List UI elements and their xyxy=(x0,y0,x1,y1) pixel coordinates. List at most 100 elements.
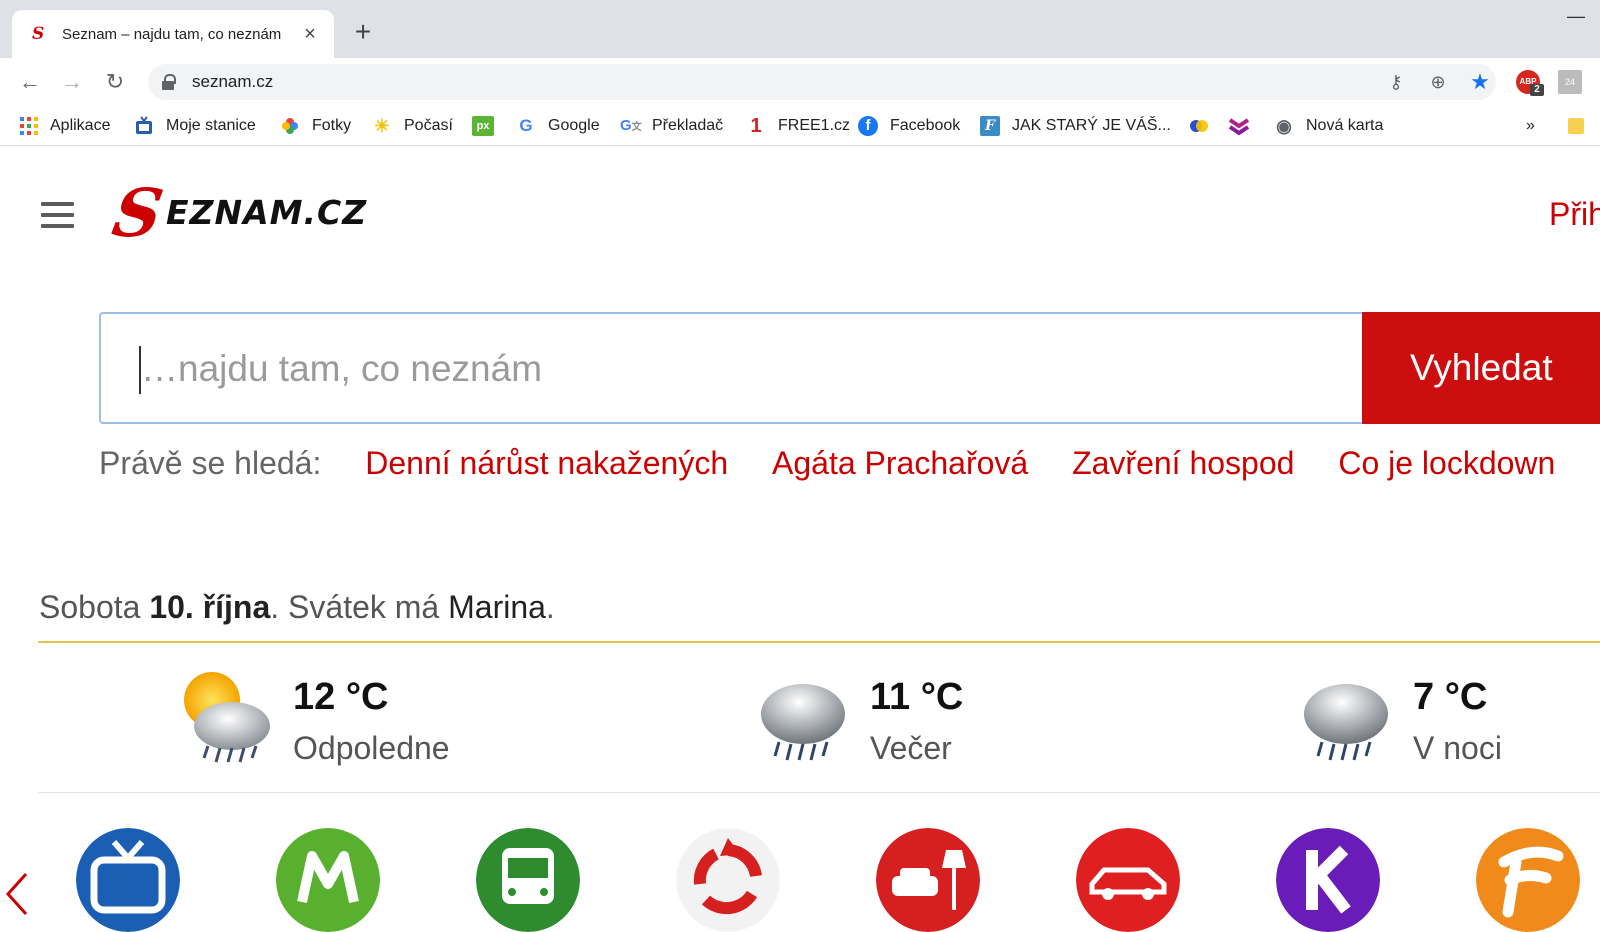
bookmark-star-icon[interactable]: ★ xyxy=(1468,70,1492,94)
bookmark-pocasi[interactable]: ☀ Počasí xyxy=(372,114,453,138)
adblock-badge: 2 xyxy=(1530,84,1544,96)
bookmark-free1[interactable]: 1 FREE1.cz xyxy=(746,114,850,138)
cloud-rain-icon xyxy=(1304,684,1388,761)
date-nameday-line: Sobota 10. října. Svátek má Marina. xyxy=(39,589,555,625)
browser-toolbar: ← → ↻ seznam.cz ⚷ ⊕ ★ ABP 2 24 xyxy=(0,58,1600,106)
cloud-rain-icon xyxy=(761,684,845,761)
bookmark-facebook[interactable]: f Facebook xyxy=(858,114,960,138)
trending-searches: Právě se hledá: Denní nárůst nakažených … xyxy=(99,445,1555,482)
key-icon[interactable]: ⚷ xyxy=(1384,70,1408,94)
translate-icon: G文 xyxy=(620,117,642,134)
weekday: Sobota xyxy=(39,589,141,625)
browser-tab[interactable]: S Seznam – najdu tam, co neznám × xyxy=(12,10,334,58)
folder-icon xyxy=(1568,118,1584,134)
hamburger-menu-icon[interactable] xyxy=(41,202,74,232)
recycle-service-icon xyxy=(676,828,780,932)
adblock-extension-icon[interactable]: ABP 2 xyxy=(1516,70,1544,96)
carousel-prev-arrow-icon[interactable] xyxy=(4,872,30,916)
logo-wordmark: EZNAM.CZ xyxy=(166,193,368,232)
lock-icon xyxy=(162,74,176,90)
date: 10. října xyxy=(149,589,271,625)
m-service-icon xyxy=(276,828,380,932)
date-divider xyxy=(38,641,1600,643)
k-service-icon xyxy=(1276,828,1380,932)
weather-temperature: 12 °C xyxy=(293,676,389,718)
trending-link[interactable]: Co je lockdown xyxy=(1338,445,1555,481)
close-tab-icon[interactable]: × xyxy=(300,24,320,44)
more-bookmarks-button[interactable]: » xyxy=(1526,114,1535,138)
service-m[interactable] xyxy=(276,828,380,932)
url-text: seznam.cz xyxy=(192,72,274,91)
extension-24-icon[interactable]: 24 xyxy=(1558,70,1582,94)
service-bus[interactable] xyxy=(476,828,580,932)
weather-temperature: 11 °C xyxy=(870,676,964,718)
tab-strip: S Seznam – najdu tam, co neznám × + — xyxy=(0,0,1600,58)
search-button[interactable]: Vyhledat xyxy=(1362,312,1600,424)
bus-service-icon xyxy=(476,828,580,932)
service-car[interactable] xyxy=(1076,828,1180,932)
trending-link[interactable]: Zavření hospod xyxy=(1072,445,1294,481)
new-tab-icon[interactable]: + xyxy=(350,18,376,46)
facebook-icon: f xyxy=(858,116,878,136)
bookmark-fotky[interactable]: Fotky xyxy=(280,114,351,138)
seznam-logo[interactable]: S EZNAM.CZ xyxy=(107,174,394,252)
trending-link[interactable]: Denní nárůst nakažených xyxy=(365,445,728,481)
furniture-service-icon xyxy=(876,828,980,932)
forward-arrow-icon[interactable]: → xyxy=(56,66,88,98)
trending-link[interactable]: Agáta Prachařová xyxy=(772,445,1028,481)
sun-icon: ☀ xyxy=(373,116,391,136)
logo-letter-s: S xyxy=(107,174,169,252)
zoom-icon[interactable]: ⊕ xyxy=(1426,70,1450,94)
free1-icon: 1 xyxy=(750,115,762,137)
tv-service-icon xyxy=(76,828,180,932)
weather-divider xyxy=(38,792,1600,793)
bookmark-aplikace[interactable]: Aplikace xyxy=(20,114,110,138)
bookmark-jak-stary[interactable]: F JAK STARÝ JE VÁŠ... xyxy=(980,114,1171,138)
globe-icon: ◉ xyxy=(1276,116,1292,136)
bookmarks-bar: Aplikace Moje stanice Fotky ☀ Počasí px … xyxy=(0,106,1600,146)
sun-cloud-rain-icon xyxy=(184,672,270,763)
service-recycle[interactable] xyxy=(676,828,780,932)
reload-icon[interactable]: ↻ xyxy=(99,66,131,98)
service-tv[interactable] xyxy=(76,828,180,932)
service-k[interactable] xyxy=(1276,828,1380,932)
google-icon: G xyxy=(519,116,533,135)
photos-pinwheel-icon xyxy=(280,116,300,136)
search-box xyxy=(99,312,1362,424)
address-bar[interactable]: seznam.cz ⚷ ⊕ ★ xyxy=(148,64,1496,100)
weather-period: Odpoledne xyxy=(293,730,450,766)
service-f[interactable] xyxy=(1476,828,1580,932)
f-service-icon xyxy=(1476,828,1580,932)
apps-grid-icon xyxy=(20,117,38,135)
back-arrow-icon[interactable]: ← xyxy=(14,66,46,98)
bookmark-google[interactable]: G Google xyxy=(516,114,599,138)
seznam-favicon-icon: S xyxy=(32,24,45,44)
tab-title: Seznam – najdu tam, co neznám xyxy=(62,25,282,43)
login-link[interactable]: Přih xyxy=(1549,196,1600,233)
weather-period: Večer xyxy=(870,730,952,766)
bookmark-folder[interactable] xyxy=(1568,114,1584,138)
f-script-icon: F xyxy=(980,116,1000,136)
nameday-text: . Svátek má xyxy=(270,589,440,625)
px-icon: px xyxy=(472,116,494,136)
bookmark-chevrons[interactable] xyxy=(1228,114,1250,138)
weather-temperature: 7 °C xyxy=(1413,676,1488,718)
nameday-name[interactable]: Marina xyxy=(448,589,546,625)
chevrons-icon xyxy=(1228,116,1250,136)
weather-forecast-evening[interactable]: 11 °C Večer xyxy=(753,668,1173,778)
tv-icon xyxy=(134,116,154,136)
bookmark-circles[interactable] xyxy=(1188,114,1208,138)
weather-period: V noci xyxy=(1413,730,1502,766)
weather-forecast-afternoon[interactable]: 12 °C Odpoledne xyxy=(176,668,596,778)
bookmark-prekladac[interactable]: G文 Překladač xyxy=(620,114,723,138)
bookmark-moje-stanice[interactable]: Moje stanice xyxy=(134,114,256,138)
bookmark-nova-karta[interactable]: ◉ Nová karta xyxy=(1274,114,1383,138)
trending-label: Právě se hledá: xyxy=(99,445,322,481)
service-furniture[interactable] xyxy=(876,828,980,932)
circles-icon xyxy=(1188,116,1208,136)
car-service-icon xyxy=(1076,828,1180,932)
minimize-window-icon[interactable]: — xyxy=(1566,6,1586,26)
weather-forecast-night[interactable]: 7 °C V noci xyxy=(1296,668,1600,778)
bookmark-px[interactable]: px xyxy=(472,114,494,138)
search-input[interactable] xyxy=(141,336,1341,402)
